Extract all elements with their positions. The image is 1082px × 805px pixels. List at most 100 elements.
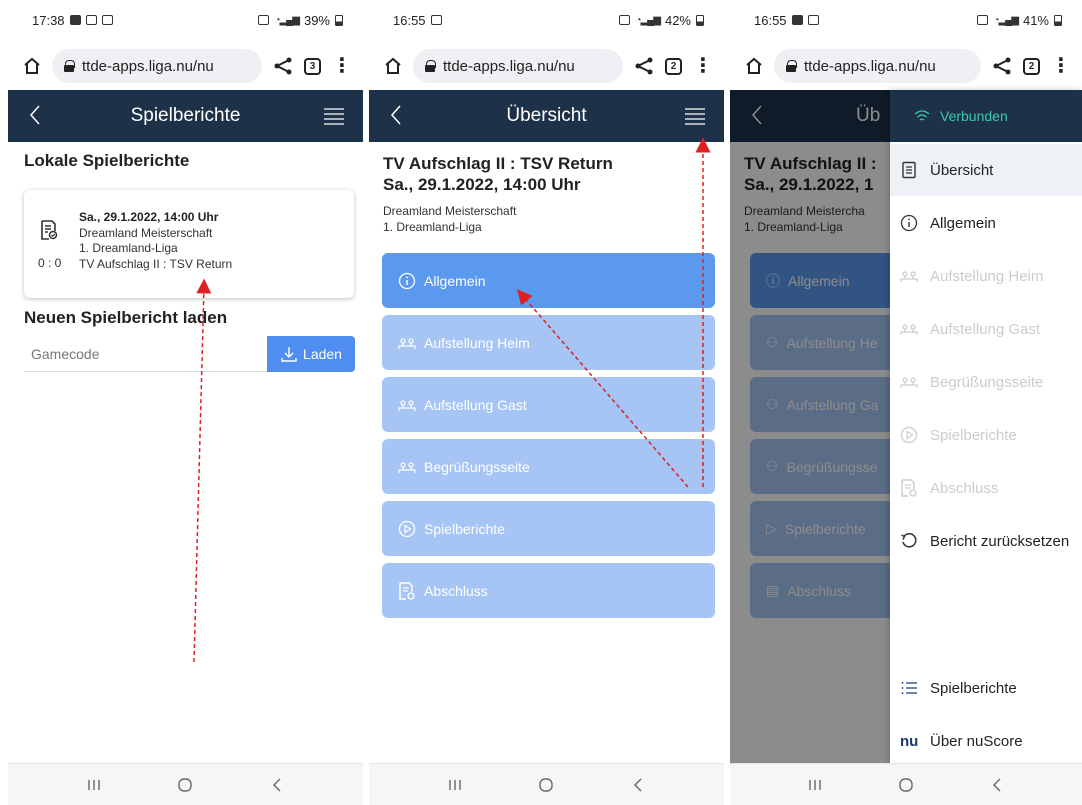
list-icon xyxy=(901,682,917,694)
drawer-item-label: Spielberichte xyxy=(930,679,1017,697)
drawer-item-label: Allgemein xyxy=(930,214,996,232)
drawer-item-bericht-zuruecksetzen[interactable]: Bericht zurücksetzen xyxy=(890,515,1082,567)
more-menu-icon[interactable]: ⋮ xyxy=(331,55,353,77)
download-icon xyxy=(281,347,297,362)
menu-button-label: Abschluss xyxy=(424,582,488,599)
menu-button-aufstellung-gast[interactable]: Aufstellung Gast xyxy=(382,377,715,432)
battery-icon xyxy=(335,14,343,26)
browser-toolbar: ttde-apps.liga.nu/nu 2 ⋮ xyxy=(730,45,1082,87)
back-nav-icon[interactable] xyxy=(628,775,648,795)
menu-button-spielberichte[interactable]: Spielberichte xyxy=(382,501,715,556)
address-bar[interactable]: ttde-apps.liga.nu/nu xyxy=(52,49,262,83)
app-header: Übersicht xyxy=(369,90,724,142)
home-icon[interactable] xyxy=(22,56,42,76)
drawer-item-spielberichte-list[interactable]: Spielberichte xyxy=(890,662,1082,714)
report-league: 1. Dreamland-Liga xyxy=(79,241,178,255)
drawer-scrim[interactable] xyxy=(730,90,890,763)
reset-icon xyxy=(901,533,917,548)
browser-toolbar: ttde-apps.liga.nu/nu 3 ⋮ xyxy=(8,45,363,87)
drawer-item-ueber-nuscore[interactable]: nu Über nuScore xyxy=(890,715,1082,767)
lock-icon xyxy=(786,60,797,72)
back-nav-icon[interactable] xyxy=(267,775,287,795)
home-nav-icon[interactable] xyxy=(896,775,916,795)
play-icon xyxy=(900,426,918,444)
home-nav-icon[interactable] xyxy=(175,775,195,795)
home-icon[interactable] xyxy=(383,56,403,76)
address-bar[interactable]: ttde-apps.liga.nu/nu xyxy=(413,49,623,83)
share-icon[interactable] xyxy=(633,55,655,77)
alarm-icon xyxy=(619,15,631,25)
drawer-item-label: Abschluss xyxy=(930,479,999,497)
home-icon[interactable] xyxy=(744,56,764,76)
address-bar[interactable]: ttde-apps.liga.nu/nu xyxy=(774,49,981,83)
report-card-details: Sa., 29.1.2022, 14:00 Uhr Dreamland Meis… xyxy=(79,210,232,272)
hamburger-menu-icon[interactable] xyxy=(684,106,706,126)
notification-icon xyxy=(69,15,81,25)
share-icon[interactable] xyxy=(991,55,1013,77)
local-reports-heading: Lokale Spielberichte xyxy=(24,151,190,170)
team-icon xyxy=(900,271,918,282)
gamecode-input[interactable] xyxy=(24,336,267,372)
menu-button-label: Aufstellung Gast xyxy=(424,396,527,413)
team-icon xyxy=(398,461,416,473)
tab-count-button[interactable]: 3 xyxy=(304,57,321,75)
match-info: Dreamland Meisterschaft 1. Dreamland-Lig… xyxy=(383,204,516,235)
drawer-item-uebersicht[interactable]: Übersicht xyxy=(890,144,1082,196)
report-date: Sa., 29.1.2022, 14:00 Uhr xyxy=(79,210,219,224)
drawer-item-allgemein[interactable]: Allgemein xyxy=(890,197,1082,249)
hamburger-menu-icon[interactable] xyxy=(323,106,345,126)
menu-button-label: Allgemein xyxy=(424,272,486,289)
drawer-item-label: Bericht zurücksetzen xyxy=(930,532,1070,550)
info-icon xyxy=(398,272,416,289)
phone-screen-uebersicht: 16:55 ◔▂▄▆ 42% ttde-apps.liga.nu/nu 2 ⋮ … xyxy=(369,0,724,805)
back-nav-icon[interactable] xyxy=(987,775,1007,795)
menu-button-aufstellung-heim[interactable]: Aufstellung Heim xyxy=(382,315,715,370)
load-button-label: Laden xyxy=(303,346,342,362)
tab-count-button[interactable]: 2 xyxy=(1023,57,1040,75)
drawer-item-label: Spielberichte xyxy=(930,426,1017,444)
home-nav-icon[interactable] xyxy=(536,775,556,795)
app-header: Spielberichte xyxy=(8,90,363,142)
nuscore-logo-icon: nu xyxy=(900,732,919,750)
back-arrow-icon[interactable] xyxy=(26,102,46,128)
status-bar: 17:38 ◔▂▄▆ 39% xyxy=(8,0,363,40)
more-menu-icon[interactable]: ⋮ xyxy=(1050,55,1072,77)
match-league: 1. Dreamland-Liga xyxy=(383,219,482,234)
play-icon xyxy=(398,520,416,537)
menu-button-allgemein[interactable]: Allgemein xyxy=(382,253,715,308)
drawer-item-spielberichte: Spielberichte xyxy=(890,409,1082,461)
back-arrow-icon[interactable] xyxy=(387,102,407,128)
android-nav-bar xyxy=(730,763,1082,805)
android-nav-bar xyxy=(8,763,363,805)
tab-count-button[interactable]: 2 xyxy=(665,57,682,75)
notification-icon xyxy=(101,15,113,25)
recent-apps-icon[interactable] xyxy=(445,775,465,795)
battery-icon xyxy=(696,14,704,26)
drawer-item-aufstellung-gast: Aufstellung Gast xyxy=(890,303,1082,355)
list-document-icon xyxy=(902,161,916,179)
recent-apps-icon[interactable] xyxy=(805,775,825,795)
team-icon xyxy=(900,377,918,388)
notification-icon xyxy=(430,15,442,25)
menu-button-label: Spielberichte xyxy=(424,520,505,537)
report-card[interactable]: 0 : 0 Sa., 29.1.2022, 14:00 Uhr Dreamlan… xyxy=(24,190,354,298)
menu-button-begruessungsseite[interactable]: Begrüßungsseite xyxy=(382,439,715,494)
phone-screen-drawer-open: 16:55 ◔▂▄▆ 41% ttde-apps.liga.nu/nu 2 ⋮ … xyxy=(730,0,1082,805)
menu-button-abschluss[interactable]: Abschluss xyxy=(382,563,715,618)
notification-icon xyxy=(807,15,819,25)
status-time: 17:38 xyxy=(32,12,65,28)
connection-status: Verbunden xyxy=(940,108,1008,124)
drawer-item-begruessungsseite: Begrüßungsseite xyxy=(890,356,1082,408)
recent-apps-icon[interactable] xyxy=(84,775,104,795)
share-icon[interactable] xyxy=(272,55,294,77)
navigation-drawer: Verbunden Übersicht Allgemein Aufstellun… xyxy=(890,90,1082,763)
wifi-signal-icon: ◔▂▄▆ xyxy=(274,14,299,26)
more-menu-icon[interactable]: ⋮ xyxy=(692,55,714,77)
android-nav-bar xyxy=(369,763,724,805)
notification-icon xyxy=(85,15,97,25)
drawer-item-label: Übersicht xyxy=(930,161,994,179)
battery-percent: 42% xyxy=(664,12,691,28)
load-button[interactable]: Laden xyxy=(267,336,355,372)
report-teams: TV Aufschlag II : TSV Return xyxy=(79,256,233,271)
match-score: 0 : 0 xyxy=(38,256,62,270)
